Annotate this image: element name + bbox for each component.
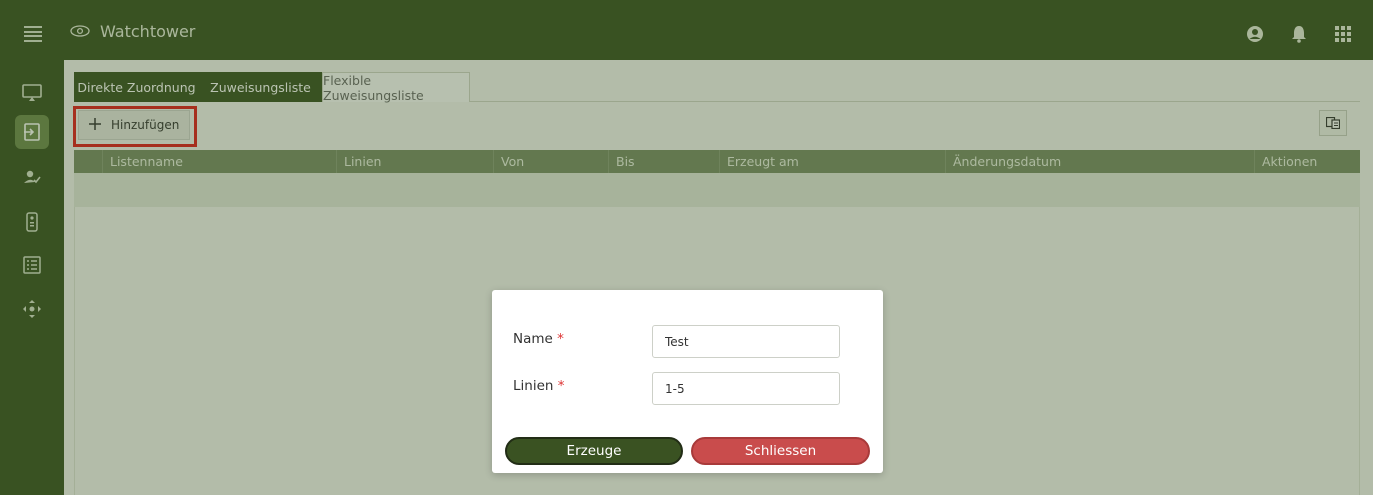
name-label-text: Name [513,331,553,347]
name-input[interactable] [652,325,840,358]
required-marker: * [557,378,565,394]
name-label: Name * [513,331,564,347]
lines-label: Linien * [513,378,565,394]
create-button[interactable]: Erzeuge [505,437,683,465]
close-button[interactable]: Schliessen [691,437,870,465]
lines-input[interactable] [652,372,840,405]
create-list-dialog: Name * Linien * Erzeuge Schliessen [492,290,883,473]
lines-label-text: Linien [513,378,554,394]
required-marker: * [557,331,564,347]
